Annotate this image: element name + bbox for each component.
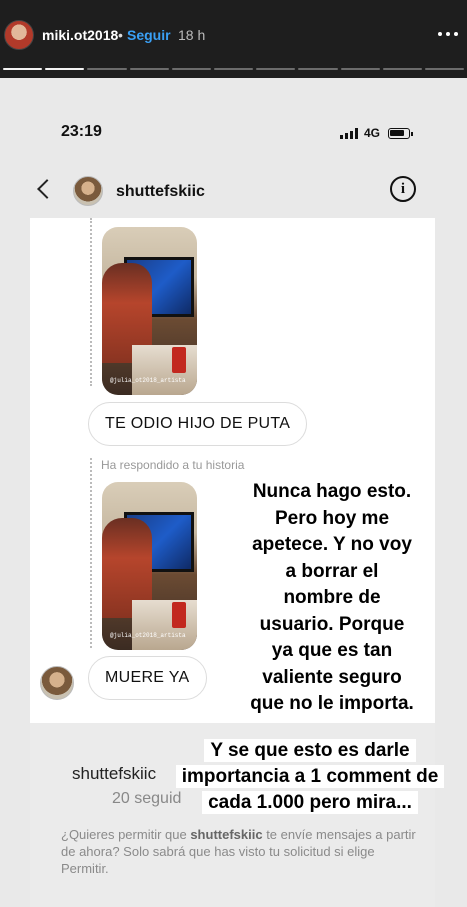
overlay-line: que no le importa. xyxy=(250,693,414,714)
request-followers: 20 seguid xyxy=(112,790,182,807)
overlay-text-bottom: Y se que esto es darle importancia a 1 c… xyxy=(172,738,448,816)
dm-username[interactable]: shuttefskiic xyxy=(116,183,205,201)
story-progress-bar xyxy=(3,68,465,71)
story-header: miki.ot2018 • Seguir 18 h xyxy=(0,0,467,78)
thumbnail-tag: @julia_ot2018_artista xyxy=(110,632,186,639)
network-type: 4G xyxy=(364,126,381,140)
overlay-line: ya que es tan xyxy=(271,640,393,661)
progress-segment xyxy=(298,68,338,70)
overlay-line: nombre de xyxy=(283,587,381,608)
progress-segment xyxy=(213,68,254,70)
request-prompt: ¿Quieres permitir que shuttefskiic te en… xyxy=(61,827,416,876)
reply-note: Ha respondido a tu historia xyxy=(101,458,245,472)
overlay-line: usuario. Porque xyxy=(259,613,405,635)
story-reply-thumbnail[interactable]: @julia_ot2018_artista xyxy=(102,482,197,650)
status-indicators: 4G xyxy=(340,126,414,140)
progress-segment xyxy=(87,68,127,70)
story-username[interactable]: miki.ot2018 xyxy=(42,27,118,43)
progress-segment xyxy=(171,68,211,70)
signal-icon xyxy=(340,127,358,139)
reply-line xyxy=(90,458,92,648)
progress-segment xyxy=(256,68,296,70)
overlay-line: apetece. Y no voy xyxy=(252,534,412,555)
chevron-left-icon[interactable] xyxy=(37,179,57,199)
progress-segment xyxy=(129,68,169,70)
dm-avatar[interactable] xyxy=(73,176,103,206)
progress-segment xyxy=(45,68,85,70)
overlay-line: Y se que esto es darle xyxy=(204,739,416,762)
battery-icon xyxy=(388,127,414,139)
request-prompt-user: shuttefskiic xyxy=(190,827,263,842)
follow-button[interactable]: Seguir xyxy=(127,27,171,43)
story-timestamp: 18 h xyxy=(178,27,206,43)
sender-avatar[interactable] xyxy=(40,666,74,700)
progress-segment xyxy=(3,68,43,70)
dm-header: shuttefskiic i xyxy=(30,166,435,218)
progress-segment xyxy=(340,68,380,70)
story-reply-thumbnail[interactable]: @julia_ot2018_artista xyxy=(102,227,197,395)
separator-dot: • xyxy=(118,27,123,43)
message-bubble[interactable]: TE ODIO HIJO DE PUTA xyxy=(88,402,308,446)
overlay-line: Pero hoy me xyxy=(274,507,390,529)
story-content[interactable]: 23:19 4G shuttefskiic i @julia_ot2018_ar… xyxy=(0,78,467,907)
story-avatar[interactable] xyxy=(4,20,34,50)
thumbnail-tag: @julia_ot2018_artista xyxy=(110,377,186,384)
reply-line xyxy=(90,218,92,386)
request-username: shuttefskiic xyxy=(72,764,157,783)
status-time: 23:19 xyxy=(61,123,102,140)
progress-segment xyxy=(424,68,465,70)
overlay-line: Nunca hago esto. xyxy=(252,481,412,502)
info-icon[interactable]: i xyxy=(390,176,416,202)
message-bubble[interactable]: MUERE YA xyxy=(88,656,207,700)
progress-segment xyxy=(382,68,422,70)
overlay-line: a borrar el xyxy=(285,560,379,582)
overlay-text-main: Nunca hago esto. Pero hoy me apetece. Y … xyxy=(244,479,420,718)
more-horizontal-icon[interactable] xyxy=(436,26,460,42)
overlay-line: cada 1.000 pero mira... xyxy=(202,791,418,814)
overlay-line: importancia a 1 comment de xyxy=(175,765,445,788)
overlay-line: valiente seguro xyxy=(262,666,402,688)
